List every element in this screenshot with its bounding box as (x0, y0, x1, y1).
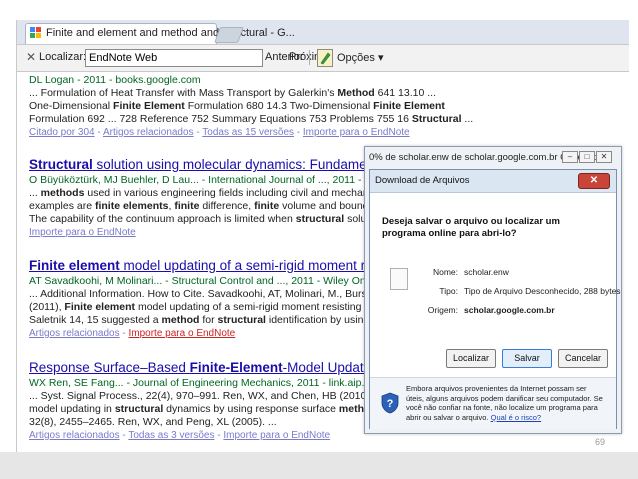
field-key: Origem: (427, 305, 458, 315)
result-snippet-line: 32(8), 2455–2465. Ren, WX, and Peng, XL … (29, 416, 277, 428)
related-articles-link[interactable]: Artigos relacionados (29, 430, 120, 441)
file-name-value: scholar.enw (464, 267, 509, 277)
file-type-value: Tipo de Arquivo Desconhecido, 288 bytes (464, 286, 621, 296)
result-source: O Büyüköztürk, MJ Buehler, D Lau... - In… (29, 174, 402, 186)
cited-by-link[interactable]: Citado por 304 (29, 127, 95, 138)
separator (309, 50, 310, 65)
google-scholar-favicon-icon (30, 27, 41, 38)
result-source: DL Logan - 2011 - books.google.com (29, 74, 201, 86)
import-endnote-link[interactable]: Importe para o EndNote (129, 328, 236, 339)
find-label: Localizar: (39, 51, 87, 63)
slide-page-number: 69 (595, 437, 606, 447)
all-versions-link[interactable]: Todas as 15 versões (202, 127, 294, 138)
download-progress-window: 0% de scholar.enw de scholar.google.com.… (364, 146, 622, 434)
slide: Finite and element and method and struct… (0, 0, 638, 479)
dialog-titlebar: Download de Arquivos ✕ (370, 170, 616, 193)
result-links: Artigos relacionados - Importe para o En… (29, 328, 236, 339)
result-snippet-line: One-Dimensional Finite Element Formulati… (29, 100, 445, 112)
dialog-close-button[interactable]: ✕ (578, 173, 610, 189)
all-versions-link[interactable]: Todas as 3 versões (128, 430, 214, 441)
dialog-title: Download de Arquivos (375, 175, 470, 186)
find-button[interactable]: Localizar (446, 349, 496, 368)
highlight-pen-icon[interactable] (317, 49, 333, 67)
shield-icon: ? (381, 392, 399, 414)
browser-tab[interactable]: Finite and element and method and struct… (25, 23, 295, 45)
close-button[interactable]: ✕ (596, 151, 612, 163)
maximize-button[interactable]: □ (579, 151, 595, 163)
tab-title: Finite and element and method and struct… (46, 27, 295, 39)
file-download-dialog: Download de Arquivos ✕ Deseja salvar o a… (369, 169, 621, 429)
warning-text: Embora arquivos provenientes da Internet… (406, 384, 606, 422)
result-snippet-line: Formulation 692 ... 728 Reference 752 Su… (29, 113, 474, 125)
import-endnote-link[interactable]: Importe para o EndNote (29, 227, 136, 238)
field-key: Nome: (432, 267, 458, 277)
import-endnote-link[interactable]: Importe para o EndNote (303, 127, 410, 138)
options-menu-button[interactable]: Opções ▾ (337, 51, 384, 64)
risk-link[interactable]: Qual é o risco? (491, 413, 541, 422)
find-input[interactable] (85, 49, 263, 67)
slide-footer-band (0, 452, 638, 479)
result-links: Citado por 304 - Artigos relacionados - … (29, 127, 410, 138)
dialog-question: Deseja salvar o arquivo ou localizar um … (382, 216, 560, 239)
related-articles-link[interactable]: Artigos relacionados (103, 127, 194, 138)
svg-text:?: ? (387, 398, 394, 410)
find-bar: ✕ Localizar: Anterior Próximo Opções ▾ (17, 44, 629, 72)
new-tab-button[interactable] (214, 27, 244, 43)
result-source: AT Savadkoohi, M Molinari... - Structura… (29, 275, 418, 287)
tab-bar: Finite and element and method and struct… (17, 20, 629, 45)
dropdown-arrow-icon: ▾ (377, 52, 384, 64)
close-icon[interactable]: ✕ (26, 50, 36, 64)
result-source: WX Ren, SE Fang... - Journal of Engineer… (29, 377, 380, 389)
field-key: Tipo: (439, 286, 458, 296)
result-links: Artigos relacionados - Todas as 3 versõe… (29, 430, 331, 441)
security-warning: ? Embora arquivos provenientes da Intern… (370, 377, 616, 429)
cancel-button[interactable]: Cancelar (558, 349, 608, 368)
result-links: Importe para o EndNote (29, 227, 136, 238)
result-snippet-line: ... Formulation of Heat Transfer with Ma… (29, 87, 437, 99)
file-origin-value: scholar.google.com.br (464, 305, 555, 315)
import-endnote-link[interactable]: Importe para o EndNote (223, 430, 330, 441)
related-articles-link[interactable]: Artigos relacionados (29, 328, 120, 339)
minimize-button[interactable]: – (562, 151, 578, 163)
save-button[interactable]: Salvar (502, 349, 552, 368)
options-label: Opções (337, 52, 375, 64)
